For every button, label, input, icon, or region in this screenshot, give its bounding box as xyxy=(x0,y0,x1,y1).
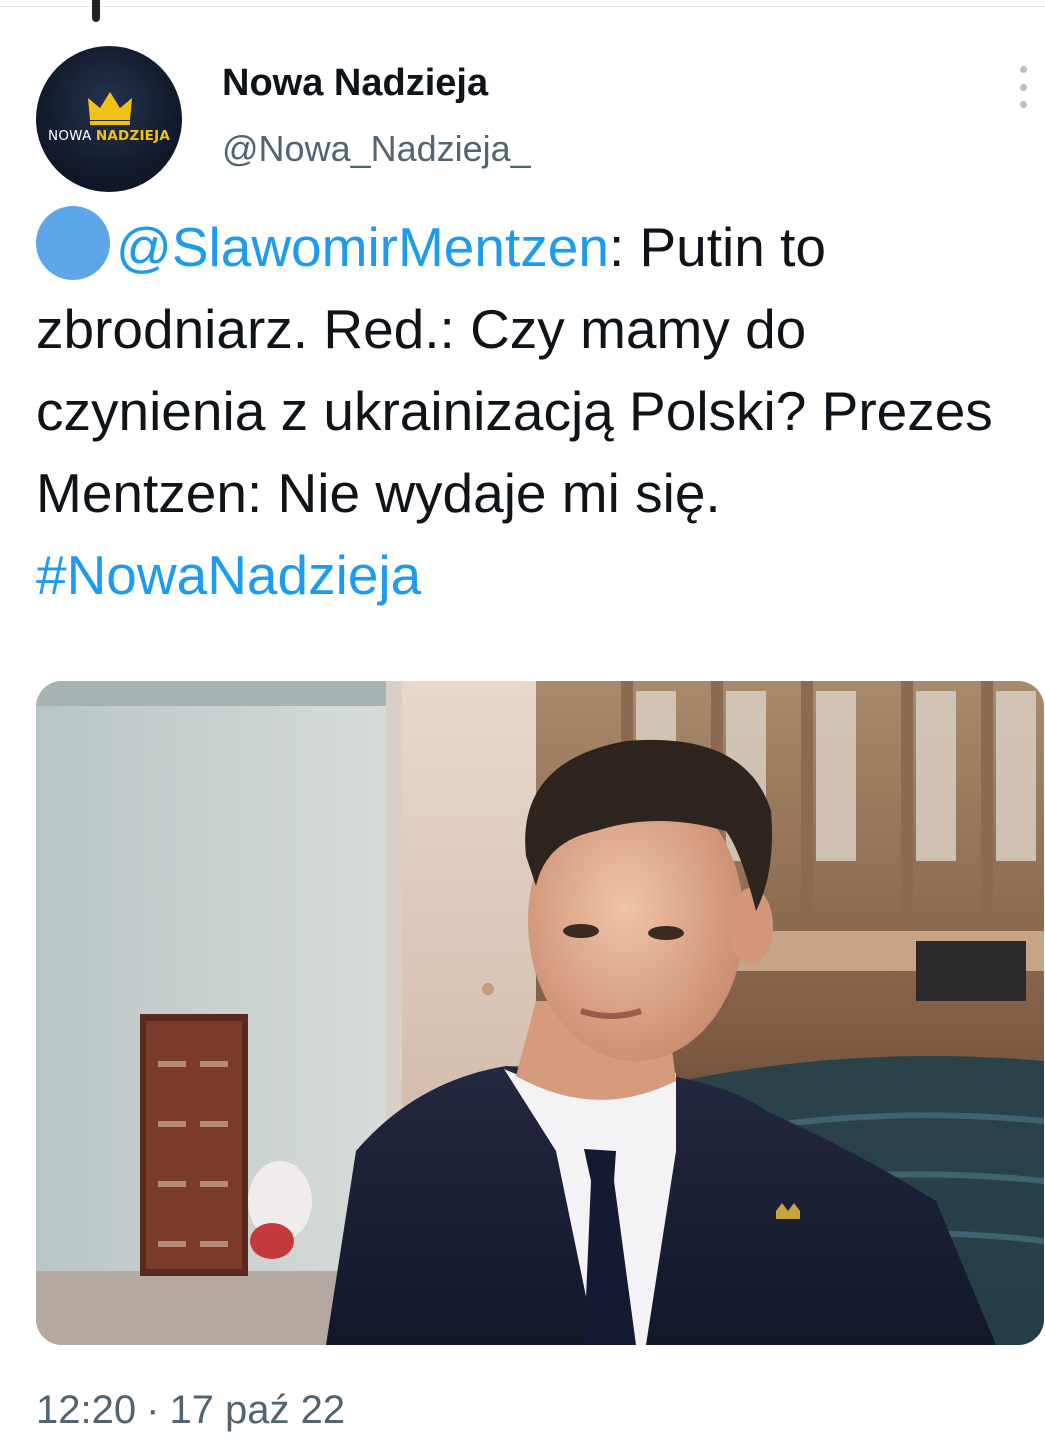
more-dots-icon xyxy=(1019,101,1027,108)
photo-illustration xyxy=(36,681,1044,1345)
separator-dot: · xyxy=(146,1388,160,1432)
avatar[interactable]: NOWA NADZIEJA xyxy=(36,46,182,192)
avatar-logo-light: NOWA xyxy=(48,128,92,144)
author-handle[interactable]: @Nowa_Nadzieja_ xyxy=(222,128,531,170)
avatar-logo-text: NOWA NADZIEJA xyxy=(36,128,182,144)
crown-icon xyxy=(88,92,132,125)
blue-circle-emoji-icon xyxy=(36,206,110,280)
tweet-time: 12:20 xyxy=(36,1388,137,1432)
top-divider xyxy=(0,0,1045,7)
tweet-date: 17 paź 22 xyxy=(169,1388,346,1432)
more-dots-icon xyxy=(1019,83,1027,91)
author-display-name[interactable]: Nowa Nadzieja xyxy=(222,62,488,105)
tweet-timestamp[interactable]: 12:20 · 17 paź 22 xyxy=(36,1388,345,1433)
hashtag-link[interactable]: #NowaNadzieja xyxy=(36,544,421,606)
tweet-photo[interactable] xyxy=(36,681,1044,1345)
mention-link[interactable]: @SlawomirMentzen xyxy=(116,216,609,278)
avatar-logo-bold: NADZIEJA xyxy=(95,128,170,144)
more-dots-icon xyxy=(1019,66,1027,73)
thread-connector-line xyxy=(92,0,100,22)
more-options-button[interactable] xyxy=(1010,66,1036,108)
tweet-body: @SlawomirMentzen: Putin to zbrodniarz. R… xyxy=(36,206,1026,616)
